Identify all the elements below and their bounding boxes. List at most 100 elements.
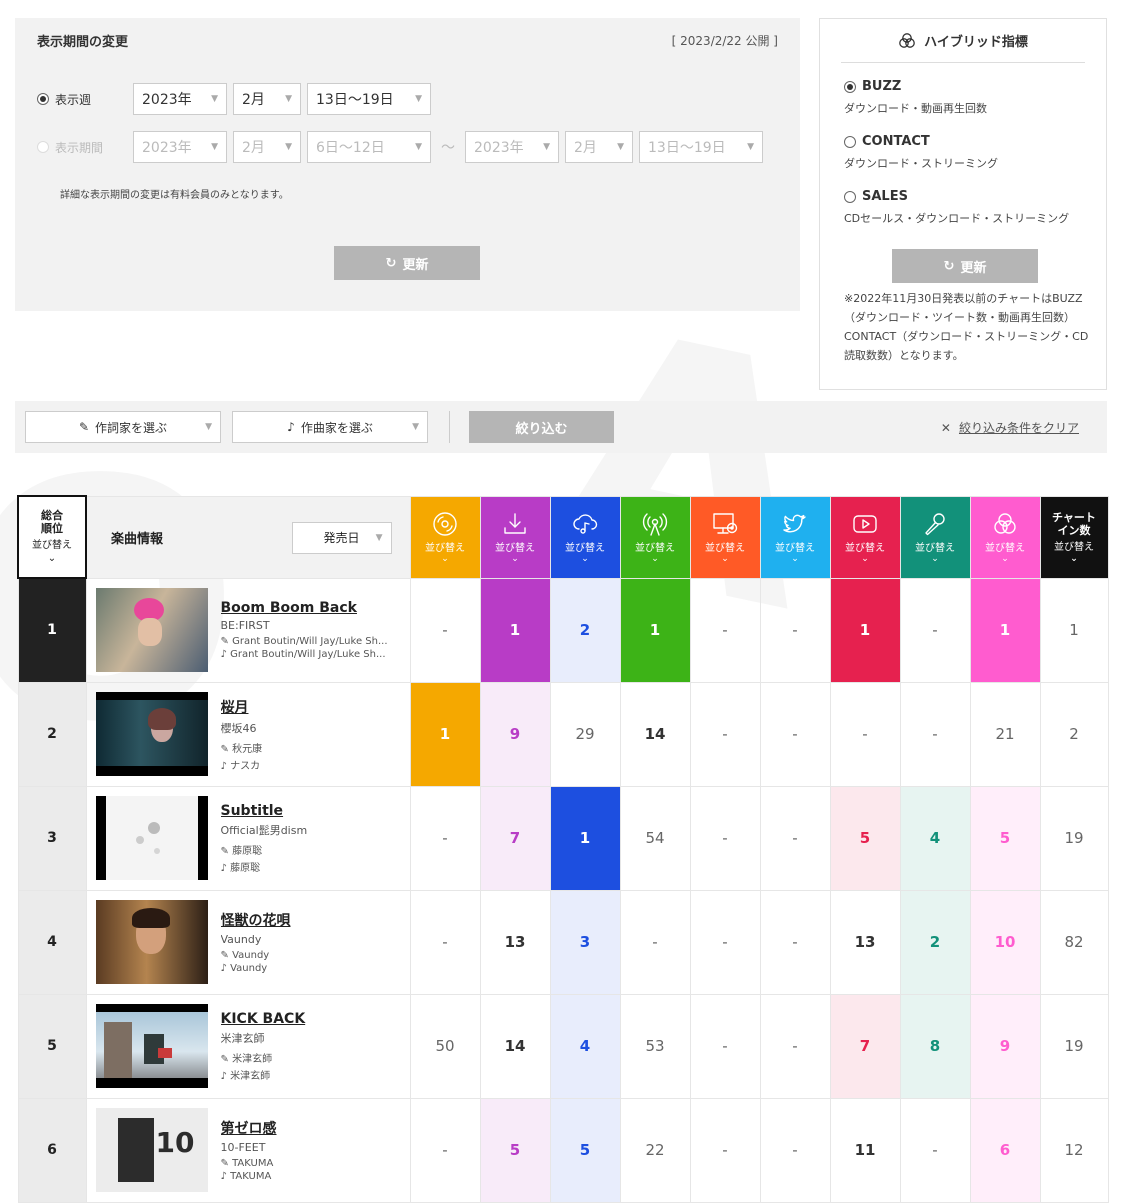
metric-header-download[interactable]: 並び替え ⌄	[479, 495, 551, 579]
hybrid-option-buzz[interactable]: BUZZ ダウンロード・動画再生回数	[844, 79, 987, 116]
hybrid-option-sales[interactable]: SALES CDセールス・ダウンロード・ストリーミング	[844, 189, 1069, 226]
metric-header-twitter[interactable]: 並び替え ⌄	[759, 495, 831, 579]
week-year-select[interactable]: 2023年 ▼	[133, 83, 227, 115]
chevron-down-icon: ▼	[543, 142, 550, 152]
song-title-link[interactable]: 怪獣の花唄	[221, 910, 401, 930]
lyricist-line: ✎ 米津玄師	[220, 1053, 273, 1065]
period-update-button[interactable]: ↻ 更新	[334, 246, 480, 280]
lyricist-line: ✎ Vaundy	[220, 950, 270, 961]
song-title-link[interactable]: 桜月	[221, 697, 401, 717]
range-to-year-select[interactable]: 2023年 ▼	[465, 131, 559, 163]
pencil-icon: ✎	[220, 950, 229, 961]
metric-cell-streaming: 29	[549, 681, 621, 787]
chart-in-cell: 19	[1039, 785, 1109, 891]
range-from-year-select[interactable]: 2023年 ▼	[133, 131, 227, 163]
chevron-down-icon: ⌄	[931, 553, 939, 564]
week-radio[interactable]	[37, 93, 49, 105]
metric-cell-radio: -	[619, 889, 691, 995]
rank-sort: 並び替え	[32, 540, 72, 551]
video-thumbnail[interactable]: 10	[95, 1108, 208, 1192]
youtube-icon	[853, 514, 877, 533]
metric-header-streaming[interactable]: 並び替え ⌄	[549, 495, 621, 579]
metric-cell-cd: 1	[409, 681, 481, 787]
chevron-down-icon: ▼	[211, 94, 218, 104]
week-days-select[interactable]: 13日〜19日 ▼	[307, 83, 431, 115]
metric-cell-pc-read: -	[689, 785, 761, 891]
metric-cell-hybrid: 10	[969, 889, 1041, 995]
sort-label: 並び替え	[915, 542, 955, 554]
hybrid-note: ※2022年11月30日発表以前のチャートはBUZZ（ダウンロード・ツイート数・…	[844, 292, 1089, 362]
artist-name: BE:FIRST	[220, 619, 270, 632]
metric-header-karaoke[interactable]: 並び替え ⌄	[899, 495, 971, 579]
music-note-icon: ♪	[220, 760, 227, 772]
composer-line: ♪ 米津玄師	[220, 1070, 271, 1082]
chevron-down-icon: ▼	[211, 142, 218, 152]
cd-icon	[433, 511, 457, 536]
metric-cell-pc-read: -	[689, 889, 761, 995]
chevron-down-icon: ⌄	[861, 553, 869, 564]
song-info-cell: Boom Boom Back BE:FIRST ✎ Grant Boutin/Wil…	[85, 577, 411, 683]
song-title-link[interactable]: Boom Boom Back	[221, 600, 401, 616]
metric-cell-karaoke: 8	[899, 993, 971, 1099]
range-radio[interactable]	[37, 141, 49, 153]
music-note-icon: ♪	[220, 963, 227, 974]
song-title-link[interactable]: 第ゼロ感	[221, 1118, 401, 1138]
pencil-icon: ✎	[78, 420, 90, 434]
metric-header-pc-read[interactable]: 並び替え ⌄	[689, 495, 761, 579]
hybrid-icon	[994, 512, 1016, 534]
week-month-select[interactable]: 2月 ▼	[233, 83, 301, 115]
composer-select[interactable]: ♪ 作曲家を選ぶ ▼	[232, 411, 428, 443]
song-title-link[interactable]: KICK BACK	[221, 1011, 401, 1027]
hybrid-option-contact[interactable]: CONTACT ダウンロード・ストリーミング	[844, 134, 998, 171]
pencil-icon: ✎	[220, 1158, 229, 1169]
music-note-icon: ♪	[220, 862, 227, 874]
metric-header-radio[interactable]: 並び替え ⌄	[619, 495, 691, 579]
composer-line: ♪ Grant Boutin/Will Jay/Luke Sh...	[220, 649, 386, 660]
song-info-header: 楽曲情報 発売日 ▼	[85, 495, 411, 579]
video-thumbnail[interactable]	[95, 1004, 208, 1088]
video-thumbnail[interactable]	[95, 796, 208, 880]
artist-name: 10-FEET	[220, 1141, 266, 1154]
contact-radio[interactable]	[844, 135, 856, 148]
refresh-icon: ↻	[385, 255, 397, 271]
filter-apply-button[interactable]: 絞り込む	[469, 411, 614, 443]
song-title-link[interactable]: Subtitle	[221, 803, 401, 819]
release-date-select[interactable]: 発売日 ▼	[291, 521, 392, 554]
clear-filter-link[interactable]: ✕ 絞り込み条件をクリア	[941, 419, 1079, 436]
metric-cell-cd: 50	[409, 993, 481, 1099]
range-from-days-select[interactable]: 6日〜12日 ▼	[307, 131, 431, 163]
metric-cell-youtube: 5	[829, 785, 901, 891]
music-note-icon: ♪	[220, 649, 227, 660]
sales-radio[interactable]	[844, 190, 856, 203]
sort-label: 並び替え	[775, 542, 815, 554]
chart-in-header[interactable]: チャート イン数 並び替え ⌄	[1039, 495, 1109, 579]
metric-header-hybrid[interactable]: 並び替え ⌄	[969, 495, 1041, 579]
metric-header-cd[interactable]: 並び替え ⌄	[409, 495, 481, 579]
pencil-icon: ✎	[220, 743, 229, 755]
pencil-icon: ✎	[220, 1053, 229, 1065]
video-thumbnail[interactable]	[95, 588, 208, 672]
range-to-month-select[interactable]: 2月 ▼	[565, 131, 633, 163]
table-row: 3 Subtitle Official髭男dism ✎ 藤原聡 ♪ 藤原聡 -7 1 54- -…	[17, 785, 1109, 891]
metric-cell-streaming: 1	[549, 785, 621, 891]
hybrid-update-button[interactable]: ↻ 更新	[892, 249, 1038, 283]
range-from-month-select[interactable]: 2月 ▼	[233, 131, 301, 163]
range-to-days-select[interactable]: 13日〜19日 ▼	[639, 131, 763, 163]
metric-cell-cd: -	[409, 889, 481, 995]
metric-cell-cd: -	[409, 577, 481, 683]
metric-cell-youtube: -	[829, 681, 901, 787]
video-thumbnail[interactable]	[95, 692, 208, 776]
range-row: 表示期間 2023年 ▼ 2月 ▼ 6日〜12日 ▼ 〜 2023年 ▼ 2月 ▼ 13日…	[37, 131, 769, 163]
buzz-radio[interactable]	[844, 80, 856, 93]
refresh-icon: ↻	[943, 258, 955, 274]
rank-header[interactable]: 総合 順位 並び替え ⌄	[17, 495, 87, 579]
table-row: 2 桜月 櫻坂46 ✎ 秋元康 ♪ ナスカ 1 9 29 14- - - -21 2	[17, 681, 1109, 787]
metric-cell-hybrid: 21	[969, 681, 1041, 787]
video-thumbnail[interactable]	[95, 900, 208, 984]
lyricist-select[interactable]: ✎ 作詞家を選ぶ ▼	[25, 411, 221, 443]
table-row: 6 10 第ゼロ感 10-FEET ✎ TAKUMA ♪ TAKUMA -5 5 22- -11-…	[17, 1097, 1109, 1203]
table-header: 総合 順位 並び替え ⌄ 楽曲情報 発売日 ▼ 並び替え ⌄ 並び替え ⌄ 並び替え ⌄ 並び…	[17, 495, 1109, 579]
metric-cell-pc-read: -	[689, 681, 761, 787]
metric-header-youtube[interactable]: 並び替え ⌄	[829, 495, 901, 579]
chevron-down-icon: ⌄	[47, 553, 57, 564]
